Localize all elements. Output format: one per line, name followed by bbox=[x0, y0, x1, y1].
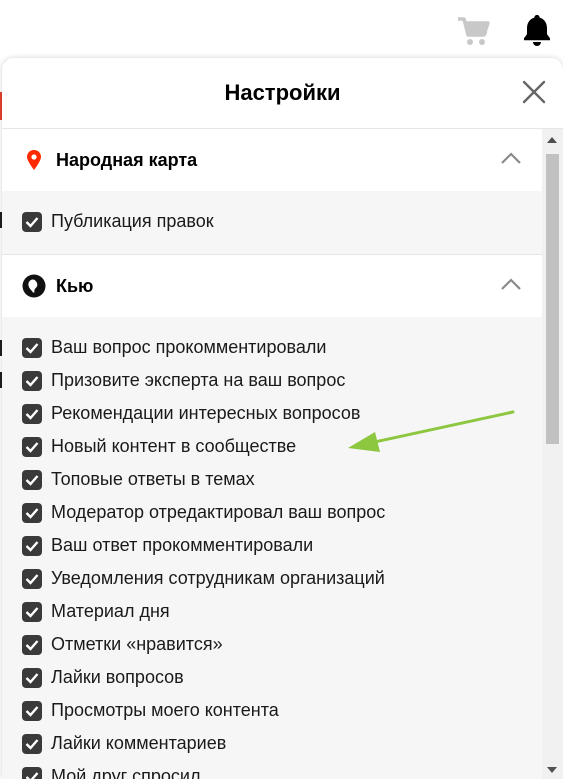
setting-label: Топовые ответы в темах bbox=[51, 469, 255, 489]
setting-label: Просмотры моего контента bbox=[51, 700, 279, 720]
section-body-kyu: Ваш вопрос прокомментировали Призовите эк… bbox=[2, 317, 542, 779]
map-pin-icon bbox=[22, 148, 46, 172]
checkbox-checked[interactable] bbox=[22, 436, 42, 457]
setting-item[interactable]: Топовые ответы в темах bbox=[2, 463, 542, 496]
setting-item[interactable]: Уведомления сотрудникам организаций bbox=[2, 562, 542, 595]
checkbox-checked[interactable] bbox=[22, 568, 42, 589]
setting-label: Лайки комментариев bbox=[51, 733, 227, 753]
setting-label: Новый контент в сообществе bbox=[51, 436, 297, 456]
setting-label: Ваш ответ прокомментировали bbox=[51, 535, 314, 555]
scrollbar-thumb[interactable] bbox=[546, 154, 559, 444]
setting-item[interactable]: Материал дня bbox=[2, 595, 542, 628]
setting-label: Мой друг спросил bbox=[51, 766, 201, 779]
check-icon bbox=[25, 375, 39, 387]
scrollbar[interactable] bbox=[542, 129, 563, 779]
checkbox-checked[interactable] bbox=[22, 403, 42, 424]
setting-item[interactable]: Лайки комментариев bbox=[2, 727, 542, 760]
chevron-up-icon[interactable] bbox=[500, 151, 522, 165]
check-icon bbox=[25, 639, 39, 651]
checkbox-checked[interactable] bbox=[22, 535, 42, 556]
scroll-down-arrow-icon[interactable] bbox=[547, 767, 557, 773]
check-icon bbox=[25, 705, 39, 717]
checkbox-checked[interactable] bbox=[22, 469, 42, 490]
checkbox-checked[interactable] bbox=[22, 700, 42, 721]
check-icon bbox=[25, 342, 39, 354]
check-icon bbox=[25, 573, 39, 585]
section-title: Кью bbox=[56, 275, 94, 296]
setting-label: Публикация правок bbox=[51, 211, 214, 231]
setting-item[interactable]: Призовите эксперта на ваш вопрос bbox=[2, 364, 542, 397]
setting-label: Ваш вопрос прокомментировали bbox=[51, 337, 327, 357]
setting-label: Рекомендации интересных вопросов bbox=[51, 403, 361, 423]
close-icon[interactable] bbox=[521, 79, 547, 105]
check-icon bbox=[25, 216, 39, 228]
setting-item[interactable]: Модератор отредактировал ваш вопрос bbox=[2, 496, 542, 529]
check-icon bbox=[25, 738, 39, 750]
checkbox-checked[interactable] bbox=[22, 733, 42, 754]
setting-item[interactable]: Ваш вопрос прокомментировали bbox=[2, 331, 542, 364]
section-header-narodnaya-karta[interactable]: Народная карта bbox=[2, 129, 542, 191]
setting-label: Отметки «нравится» bbox=[51, 634, 223, 654]
setting-label: Уведомления сотрудникам организаций bbox=[51, 568, 385, 588]
setting-item[interactable]: Мой друг спросил bbox=[2, 760, 542, 779]
checkbox-checked[interactable] bbox=[22, 634, 42, 655]
checkbox-checked[interactable] bbox=[22, 502, 42, 523]
setting-item[interactable]: Отметки «нравится» bbox=[2, 628, 542, 661]
q-logo-icon bbox=[22, 274, 46, 298]
section-title: Народная карта bbox=[56, 149, 198, 170]
checkbox-checked[interactable] bbox=[22, 211, 42, 232]
checkbox-checked[interactable] bbox=[22, 667, 42, 688]
check-icon bbox=[25, 408, 39, 420]
check-icon bbox=[25, 507, 39, 519]
setting-label: Призовите эксперта на ваш вопрос bbox=[51, 370, 346, 390]
notification-bell-icon[interactable] bbox=[522, 13, 552, 52]
setting-label: Лайки вопросов bbox=[51, 667, 184, 687]
setting-label: Материал дня bbox=[51, 601, 170, 621]
shopping-cart-icon[interactable] bbox=[456, 13, 492, 54]
scroll-up-arrow-icon[interactable] bbox=[547, 137, 557, 143]
setting-item[interactable]: Публикация правок bbox=[2, 205, 542, 238]
setting-item[interactable]: Лайки вопросов bbox=[2, 661, 542, 694]
check-icon bbox=[25, 474, 39, 486]
section-header-kyu[interactable]: Кью bbox=[2, 255, 542, 317]
setting-item[interactable]: Просмотры моего контента bbox=[2, 694, 542, 727]
checkbox-checked[interactable] bbox=[22, 337, 42, 358]
checkbox-checked[interactable] bbox=[22, 766, 42, 779]
section-body-narodnaya-karta: Публикация правок bbox=[2, 191, 542, 255]
check-icon bbox=[25, 672, 39, 684]
check-icon bbox=[25, 540, 39, 552]
check-icon bbox=[25, 771, 39, 779]
check-icon bbox=[25, 606, 39, 618]
checkbox-checked[interactable] bbox=[22, 370, 42, 391]
annotation-arrow bbox=[348, 410, 515, 452]
panel-header: Настройки bbox=[2, 58, 563, 129]
chevron-up-icon[interactable] bbox=[500, 277, 522, 291]
panel-title: Настройки bbox=[224, 80, 341, 105]
setting-label: Модератор отредактировал ваш вопрос bbox=[51, 502, 386, 522]
check-icon bbox=[25, 441, 39, 453]
checkbox-checked[interactable] bbox=[22, 601, 42, 622]
setting-item[interactable]: Ваш ответ прокомментировали bbox=[2, 529, 542, 562]
close-button[interactable] bbox=[521, 79, 547, 105]
